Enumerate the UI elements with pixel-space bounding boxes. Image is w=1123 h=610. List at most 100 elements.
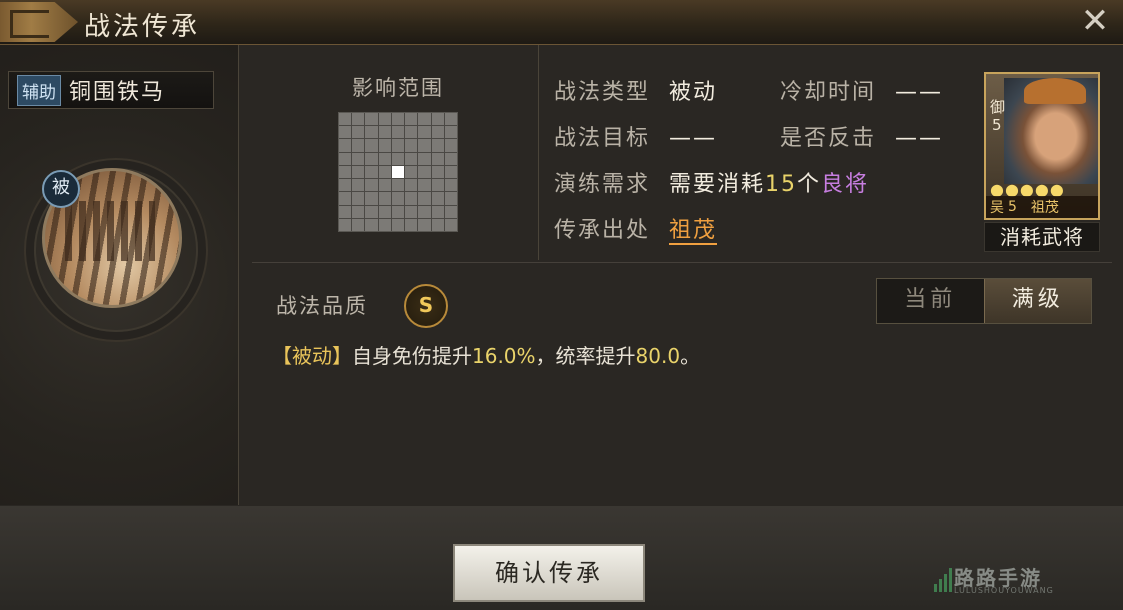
troop-type: 御 [990, 98, 1006, 116]
range-cell [431, 205, 444, 218]
divider [252, 262, 1112, 263]
range-cell [339, 152, 352, 165]
range-cell [365, 165, 378, 179]
range-cell [405, 126, 418, 139]
origin-link[interactable]: 祖茂 [669, 218, 718, 245]
range-cell [391, 126, 405, 139]
range-cell-center [391, 165, 405, 179]
watermark-logo-icon [934, 568, 952, 592]
range-cell [431, 192, 444, 205]
title-ornament-icon [0, 2, 78, 42]
range-cell [418, 192, 431, 205]
range-cell [444, 139, 457, 152]
range-cell [418, 152, 431, 165]
range-cell [391, 152, 405, 165]
range-cell [339, 179, 352, 192]
range-cell [418, 165, 431, 179]
type-value: 被动 [669, 80, 718, 105]
range-cell [378, 152, 391, 165]
range-cell [339, 192, 352, 205]
drill-row: 演练需求 需要消耗15个良将 [554, 166, 869, 198]
drill-prefix: 需要消耗 [669, 172, 766, 197]
consume-general-label: 消耗武将 [984, 222, 1100, 252]
range-grid [338, 112, 458, 232]
range-cell [339, 126, 352, 139]
type-label: 战法类型 [554, 80, 651, 105]
target-row: 战法目标 —— [554, 120, 717, 152]
range-cell [378, 179, 391, 192]
command-bonus-value: 80.0 [635, 344, 681, 368]
divider [538, 45, 539, 260]
range-cell [352, 139, 365, 152]
range-cell [431, 139, 444, 152]
origin-row: 传承出处 祖茂 [554, 212, 718, 245]
level-toggle: 当前 满级 [876, 278, 1092, 324]
range-cell [391, 205, 405, 218]
range-cell [418, 113, 431, 126]
drill-label: 演练需求 [554, 172, 651, 197]
range-cell [444, 126, 457, 139]
range-cell [405, 205, 418, 218]
range-cell [352, 179, 365, 192]
counter-value: —— [895, 126, 944, 151]
range-title: 影响范围 [352, 76, 444, 100]
skill-description: 【被动】自身免伤提升16.0%，统率提升80.0。 [272, 340, 700, 369]
range-cell [339, 205, 352, 218]
title-bar: 战法传承 ✕ [0, 0, 1123, 45]
range-cell [352, 113, 365, 126]
range-cell [431, 152, 444, 165]
range-cell [431, 179, 444, 192]
range-cell [405, 113, 418, 126]
range-cell [444, 113, 457, 126]
range-cell [339, 218, 352, 231]
range-cell [365, 139, 378, 152]
range-cell [444, 218, 457, 231]
quality-label: 战法品质 [276, 294, 368, 318]
consume-general-card[interactable]: 御 5 ●●●●● 吴 5 祖茂 [984, 72, 1100, 220]
range-cell [365, 152, 378, 165]
range-cell [365, 179, 378, 192]
range-cell [352, 165, 365, 179]
range-cell [378, 113, 391, 126]
range-cell [365, 218, 378, 231]
drill-unit: 个 [797, 172, 822, 197]
passive-badge: 被 [42, 170, 80, 208]
range-cell [405, 165, 418, 179]
range-cell [405, 179, 418, 192]
close-button[interactable]: ✕ [1077, 4, 1113, 40]
range-cell [444, 179, 457, 192]
type-row: 战法类型 被动 [554, 74, 717, 106]
range-cell [444, 205, 457, 218]
range-cell [365, 205, 378, 218]
watermark-subtext: LULUSHOUYOUWANG [954, 586, 1054, 595]
cooldown-row: 冷却时间 —— [780, 74, 943, 106]
origin-label: 传承出处 [554, 218, 651, 243]
range-cell [418, 205, 431, 218]
range-cell [352, 192, 365, 205]
tab-max-level[interactable]: 满级 [983, 279, 1091, 323]
description-middle: ，统率提升 [535, 344, 636, 368]
range-cell [378, 218, 391, 231]
range-cell [418, 139, 431, 152]
confirm-inherit-button[interactable]: 确认传承 [453, 544, 645, 602]
range-cell [365, 126, 378, 139]
range-cell [378, 192, 391, 205]
counter-label: 是否反击 [780, 126, 877, 151]
range-cell [418, 179, 431, 192]
drill-item: 良将 [821, 172, 870, 197]
general-card-footer: 吴 5 祖茂 [986, 196, 1098, 218]
role-tag: 辅助 [17, 74, 61, 106]
watermark: 路路手游 LULUSHOUYOUWANG [934, 562, 1114, 602]
range-cell [391, 218, 405, 231]
general-faction: 吴 [990, 200, 1004, 216]
range-cell [339, 113, 352, 126]
range-cell [418, 218, 431, 231]
range-cell [378, 165, 391, 179]
tab-current[interactable]: 当前 [877, 279, 984, 323]
range-cell [444, 165, 457, 179]
range-cell [405, 192, 418, 205]
range-cell [405, 152, 418, 165]
description-prefix: 自身免伤提升 [352, 344, 472, 368]
range-cell [378, 126, 391, 139]
range-cell [431, 126, 444, 139]
